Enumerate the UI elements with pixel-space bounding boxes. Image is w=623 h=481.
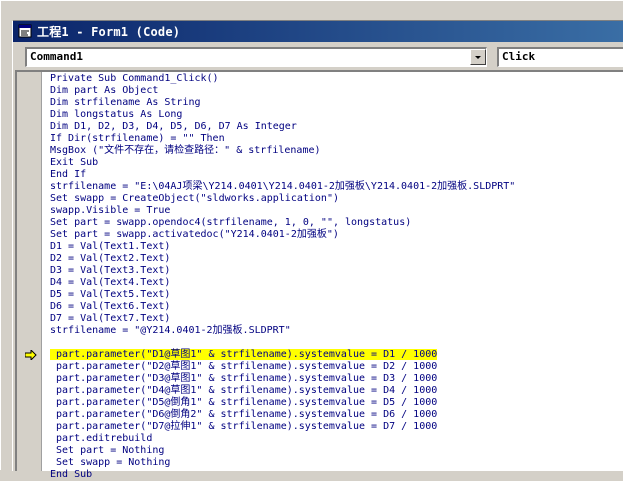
code-line[interactable]: D4 = Val(Text4.Text) <box>50 277 623 289</box>
code-line-text: Set swapp = CreateObject("sldworks.appli… <box>50 193 339 204</box>
window-title: 工程1 - Form1 (Code) <box>37 25 181 39</box>
code-line[interactable]: part.parameter("D7@拉伸1" & strfilename).s… <box>50 421 623 433</box>
code-line[interactable]: D3 = Val(Text3.Text) <box>50 265 623 277</box>
code-line-text: D7 = Val(Text7.Text) <box>50 313 171 324</box>
code-line[interactable]: swapp.Visible = True <box>50 205 623 217</box>
object-dropdown-arrow-icon[interactable] <box>470 49 486 65</box>
code-line[interactable]: Private Sub Command1_Click() <box>50 73 623 85</box>
code-line-text: D4 = Val(Text4.Text) <box>50 277 171 288</box>
code-line[interactable]: Set swapp = Nothing <box>50 457 623 469</box>
code-line-text: MsgBox ("文件不存在，请检查路径：" & strfilename) <box>50 145 321 156</box>
window-top-strip <box>1 1 623 21</box>
code-line-text: part.parameter("D4@草图1" & strfilename).s… <box>50 385 438 396</box>
code-line-text: D3 = Val(Text3.Text) <box>50 265 171 276</box>
code-line-text: Set part = swapp.activatedoc("Y214.0401-… <box>50 229 339 240</box>
procedure-dropdown[interactable]: Click <box>497 47 623 67</box>
code-line[interactable]: MsgBox ("文件不存在，请检查路径：" & strfilename) <box>50 145 623 157</box>
code-line-text: Dim part As Object <box>50 85 159 96</box>
code-lines[interactable]: Private Sub Command1_Click() Dim part As … <box>50 73 623 481</box>
code-line-text: End If <box>50 169 87 180</box>
object-dropdown[interactable]: Command1 <box>25 47 487 67</box>
code-line-text: part.parameter("D7@拉伸1" & strfilename).s… <box>50 421 438 432</box>
margin-indicator-bar[interactable] <box>17 72 42 471</box>
code-line-text: part.parameter("D5@倒角1" & strfilename).s… <box>50 397 438 408</box>
code-line[interactable]: Set part = swapp.activatedoc("Y214.0401-… <box>50 229 623 241</box>
code-line[interactable]: End If <box>50 169 623 181</box>
code-line[interactable]: Exit Sub <box>50 157 623 169</box>
code-line-text: Set part = Nothing <box>50 445 165 456</box>
code-line[interactable]: D1 = Val(Text1.Text) <box>50 241 623 253</box>
code-line[interactable]: Dim longstatus As Long <box>50 109 623 121</box>
code-line-text: swapp.Visible = True <box>50 205 171 216</box>
code-line[interactable]: part.parameter("D2@草图1" & strfilename).s… <box>50 361 623 373</box>
code-line[interactable]: End Sub <box>50 469 623 481</box>
code-line-text: part.editrebuild <box>50 433 153 444</box>
code-line[interactable]: Dim strfilename As String <box>50 97 623 109</box>
code-line-text: Set swapp = Nothing <box>50 457 171 468</box>
code-line-text: strfilename = "@Y214.0401-2加强板.SLDPRT" <box>50 325 291 336</box>
code-line-text: part.parameter("D6@倒角2" & strfilename).s… <box>50 409 438 420</box>
code-line[interactable]: part.editrebuild <box>50 433 623 445</box>
code-line[interactable]: Set part = Nothing <box>50 445 623 457</box>
code-line[interactable]: D5 = Val(Text5.Text) <box>50 289 623 301</box>
code-line[interactable]: D7 = Val(Text7.Text) <box>50 313 623 325</box>
code-line-text: Private Sub Command1_Click() <box>50 73 219 84</box>
code-line[interactable]: Dim D1, D2, D3, D4, D5, D6, D7 As Intege… <box>50 121 623 133</box>
code-editor[interactable]: Private Sub Command1_Click() Dim part As … <box>15 70 623 480</box>
code-line[interactable]: Set swapp = CreateObject("sldworks.appli… <box>50 193 623 205</box>
code-line-text: strfilename = "E:\04AJ项梁\Y214.0401\Y214.… <box>50 181 516 192</box>
code-line[interactable]: part.parameter("D3@草图1" & strfilename).s… <box>50 373 623 385</box>
code-line-text: D5 = Val(Text5.Text) <box>50 289 171 300</box>
code-line[interactable]: Set part = swapp.opendoc4(strfilename, 1… <box>50 217 623 229</box>
code-line-text: Dim strfilename As String <box>50 97 201 108</box>
code-line[interactable]: If Dir(strfilename) = "" Then <box>50 133 623 145</box>
left-divider <box>12 21 13 471</box>
code-line-text: part.parameter("D3@草图1" & strfilename).s… <box>50 373 438 384</box>
execution-point-arrow-icon <box>25 350 37 360</box>
code-line-text: part.parameter("D1@草图1" & strfilename).s… <box>50 349 438 360</box>
code-line-text: Dim longstatus As Long <box>50 109 183 120</box>
object-dropdown-value: Command1 <box>30 50 83 63</box>
code-line-text: Dim D1, D2, D3, D4, D5, D6, D7 As Intege… <box>50 121 297 132</box>
procedure-dropdown-value: Click <box>502 50 536 63</box>
code-line-text: part.parameter("D2@草图1" & strfilename).s… <box>50 361 438 372</box>
code-line[interactable]: part.parameter("D6@倒角2" & strfilename).s… <box>50 409 623 421</box>
code-line-text: Exit Sub <box>50 157 99 168</box>
code-line[interactable]: Dim part As Object <box>50 85 623 97</box>
code-line[interactable] <box>50 337 623 349</box>
code-line-text: Set part = swapp.opendoc4(strfilename, 1… <box>50 217 412 228</box>
current-code-line[interactable]: part.parameter("D1@草图1" & strfilename).s… <box>50 349 623 361</box>
code-line[interactable]: strfilename = "E:\04AJ项梁\Y214.0401\Y214.… <box>50 181 623 193</box>
code-line-text: D2 = Val(Text2.Text) <box>50 253 171 264</box>
code-line[interactable]: part.parameter("D5@倒角1" & strfilename).s… <box>50 397 623 409</box>
code-line-text: End Sub <box>50 469 93 480</box>
code-window-icon <box>18 24 32 38</box>
code-line-text: D1 = Val(Text1.Text) <box>50 241 171 252</box>
code-line-text: If Dir(strfilename) = "" Then <box>50 133 225 144</box>
code-line[interactable]: D2 = Val(Text2.Text) <box>50 253 623 265</box>
code-window-titlebar[interactable]: 工程1 - Form1 (Code) <box>13 21 623 42</box>
code-line[interactable]: D6 = Val(Text6.Text) <box>50 301 623 313</box>
vb-ide-window: 工程1 - Form1 (Code) Command1 Click Privat… <box>0 0 623 480</box>
code-line[interactable]: part.parameter("D4@草图1" & strfilename).s… <box>50 385 623 397</box>
code-line[interactable]: strfilename = "@Y214.0401-2加强板.SLDPRT" <box>50 325 623 337</box>
code-line-text: D6 = Val(Text6.Text) <box>50 301 171 312</box>
